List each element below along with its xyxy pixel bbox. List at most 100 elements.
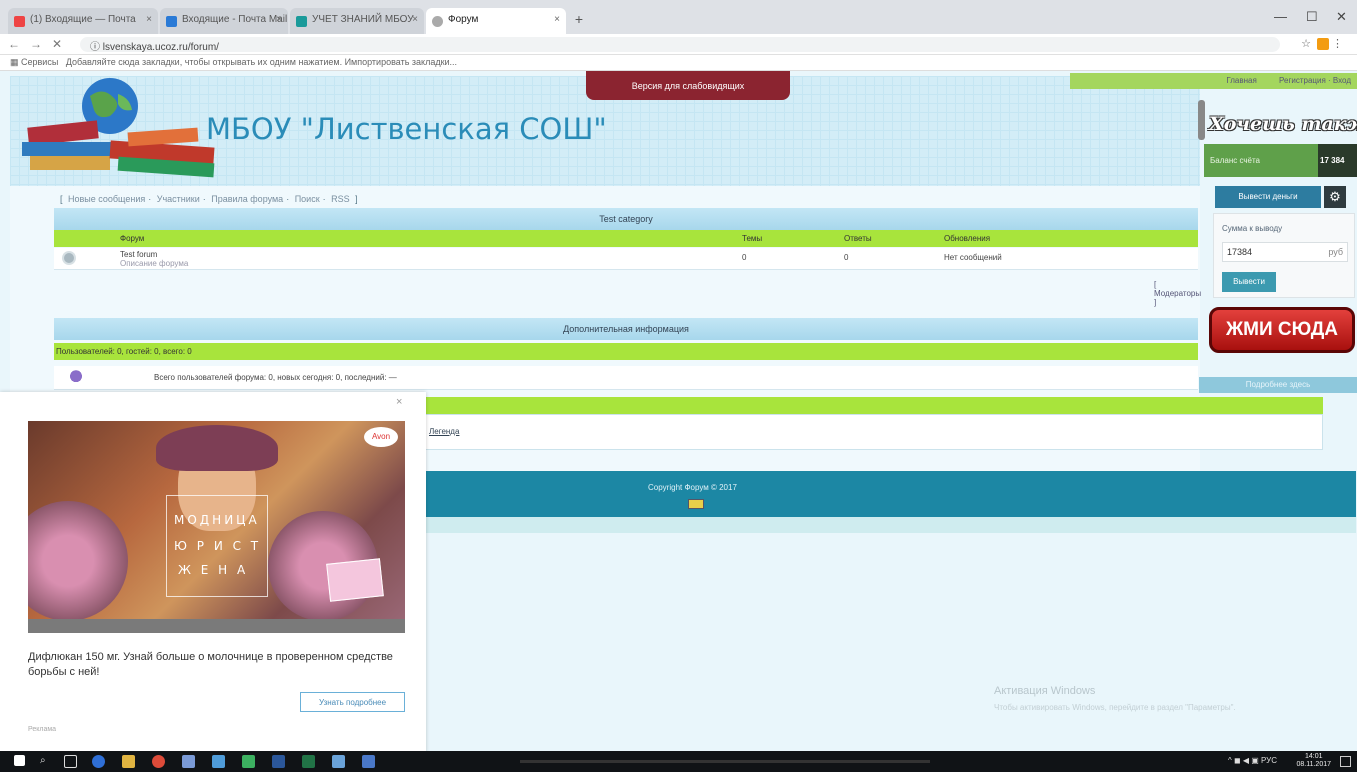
minimize-button[interactable]: — [1274,9,1287,24]
browser-tab[interactable]: УЧЕТ ЗНАНИЙ МБОУ × [290,8,424,34]
auth-links[interactable]: Регистрация · Вход [1279,76,1351,85]
app-icon[interactable] [212,755,225,768]
apps-icon[interactable]: ▦ [10,57,21,67]
star-icon[interactable]: ☆ [1301,38,1311,50]
currency-label: руб [1328,247,1343,257]
users-icon [66,369,86,387]
close-icon[interactable]: × [554,14,560,25]
earnings-widget: Хочешь также? Баланс счёта 17 384 Вывест… [1199,111,1357,401]
bookmarks-hint: Добавляйте сюда закладки, чтобы открыват… [65,57,458,67]
column-topics: Темы [742,234,763,243]
tab-label: Форум [448,14,479,25]
stats-row: Всего пользователей форума: 0, новых сег… [54,366,1198,390]
maximize-button[interactable]: ☐ [1306,9,1318,25]
column-replies: Ответы [844,234,872,243]
ad-brand-badge: Avon [364,427,398,447]
new-tab-button[interactable]: + [568,11,590,29]
extension-icon[interactable] [1316,38,1329,51]
category-title[interactable]: Test category [599,214,653,224]
page-icon [296,16,307,27]
home-link[interactable]: Главная [1226,76,1256,85]
ad-product-pack [326,558,384,602]
chrome-icon[interactable] [152,755,165,768]
menu-icon[interactable]: ⋮ [1332,38,1343,50]
task-view-icon[interactable] [64,755,77,768]
copyright-text: Copyright Форум © 2017 [648,483,737,492]
back-icon[interactable]: ← [8,37,20,51]
accessibility-version-button[interactable]: Версия для слабовидящих [586,71,790,100]
start-icon[interactable] [14,755,25,766]
moderators-link[interactable]: [ Модераторы ] [1154,280,1201,307]
submit-withdraw-button[interactable]: Вывести [1222,272,1276,292]
app-icon[interactable] [182,755,195,768]
edge-icon[interactable] [92,755,105,768]
mail-icon [14,16,25,27]
click-here-button[interactable]: ЖМИ СЮДА [1209,307,1355,353]
bookmarks-services-link[interactable]: Сервисы [21,57,58,67]
amount-value: 17384 [1227,247,1253,257]
crumb-rss[interactable]: RSS [331,194,350,204]
windows-activation-subtitle: Чтобы активировать Windows, перейдите в … [994,703,1236,712]
stop-icon[interactable]: ✕ [52,37,62,51]
app-icon[interactable] [332,755,345,768]
notification-icon[interactable] [1340,756,1351,767]
app-icon[interactable] [362,755,375,768]
ad-text[interactable]: Дифлюкан 150 мг. Узнай больше о молочниц… [28,650,408,680]
app-icon[interactable] [242,755,255,768]
address-bar-row: ← → ✕ ⓘ lsvenskaya.ucoz.ru/forum/ ☆ ⋮ [0,34,1357,55]
crumb-members[interactable]: Участники [157,194,200,204]
widget-footer-link[interactable]: Подробнее здесь [1199,377,1357,393]
ad-word: Ж Е Н А [178,563,249,577]
browser-tab[interactable]: (1) Входящие — Почта × [8,8,158,34]
crumb-search[interactable]: Поиск [295,194,320,204]
clock[interactable]: 14:01 08.11.2017 [1296,753,1331,769]
close-icon[interactable]: × [412,14,418,25]
books-globe-logo [22,78,215,178]
browser-tab-active[interactable]: Форум × [426,8,566,34]
info-icon[interactable]: ⓘ [90,42,103,53]
excel-icon[interactable] [302,755,315,768]
withdraw-panel: Сумма к выводу 17384 руб Вывести [1213,213,1355,298]
learn-more-button[interactable]: Узнать подробнее [300,692,405,712]
explorer-icon[interactable] [122,755,135,768]
category-header[interactable]: Test category [54,208,1198,230]
site-title: МБОУ "Лиственская СОШ" [206,112,607,146]
balance-value: 17 384 [1318,144,1357,177]
word-icon[interactable] [272,755,285,768]
clock-date: 08.11.2017 [1296,761,1331,768]
info-title: Дополнительная информация [563,324,689,334]
crumb-new-posts[interactable]: Новые сообщения [68,194,145,204]
online-bar: Пользователей: 0, гостей: 0, всего: 0 [54,343,1198,360]
amount-label: Сумма к выводу [1222,224,1283,233]
clock-time: 14:01 [1304,753,1323,760]
info-header: Дополнительная информация [54,318,1198,340]
column-updates: Обновления [944,234,991,243]
search-icon[interactable]: ⌕ [40,755,53,768]
gear-icon[interactable]: ⚙ [1324,186,1346,208]
url-text: lsvenskaya.ucoz.ru/forum/ [102,42,219,53]
legend-bar [420,397,1323,414]
url-input[interactable]: ⓘ lsvenskaya.ucoz.ru/forum/ [80,37,1280,53]
forum-name-link[interactable]: Test forum [120,250,157,259]
close-icon[interactable]: × [146,14,152,25]
tab-label: (1) Входящие — Почта [30,14,136,25]
counter-icon[interactable] [688,499,704,509]
forum-status-icon [62,251,76,265]
forward-icon[interactable]: → [30,37,42,51]
amount-input[interactable]: 17384 руб [1222,242,1348,262]
balance-label: Баланс счёта [1204,144,1318,177]
loading-icon [432,16,443,27]
forum-last-post: Нет сообщений [944,253,1002,262]
user-bar: Главная Регистрация · Вход [1070,73,1357,89]
system-tray[interactable]: ^ ◼ ◀ ▣ РУС [1228,756,1277,765]
windows-taskbar: ⌕ ^ ◼ ◀ ▣ РУС 14:01 08.11.2017 [0,751,1357,772]
legend-link[interactable]: Легенда [429,427,459,436]
close-window-button[interactable]: ✕ [1336,9,1347,25]
close-icon[interactable]: × [396,396,402,408]
close-icon[interactable]: × [276,14,282,25]
browser-tab[interactable]: Входящие - Почта Mail.Ru × [160,8,288,34]
tab-label: Входящие - Почта Mail.Ru [182,14,288,25]
ad-image[interactable]: МОДНИЦА Ю Р И С Т Ж Е Н А Avon [28,421,405,633]
withdraw-button[interactable]: Вывести деньги [1215,186,1321,208]
crumb-rules[interactable]: Правила форума [211,194,283,204]
